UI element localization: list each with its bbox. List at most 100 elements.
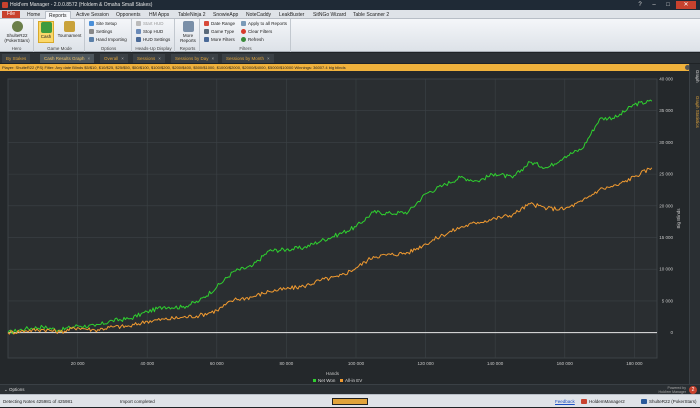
y-tick-label: 15 000 — [659, 235, 673, 240]
apply-all-button[interactable]: Apply to all Reports — [241, 20, 287, 27]
tab-table-scanner[interactable]: Table Scanner 2 — [350, 11, 392, 19]
window-title: Hold'em Manager - 2.0.0.8572 (Holdem & O… — [10, 2, 153, 8]
tab-sitngo-wizard[interactable]: SitNGo Wizard — [310, 11, 349, 19]
more-filters-label: More Filters — [211, 37, 235, 42]
tab-active-session[interactable]: Active Session — [73, 11, 112, 19]
globe-icon — [89, 21, 94, 26]
progress-fill — [333, 399, 367, 404]
date-range-button[interactable]: Date Range — [204, 20, 235, 27]
game-type-button[interactable]: Game Type — [204, 28, 234, 35]
hero-group: ShulteR22 (PokerStars) Hero — [0, 19, 34, 52]
tab-sessions-by-day[interactable]: Sessions by Day × — [171, 54, 219, 63]
reports-icon — [182, 21, 194, 32]
tab-by-stakes[interactable]: By Stakes — [2, 54, 31, 63]
x-axis-label: Hands — [326, 371, 340, 376]
clear-filters-label: Clear Filters — [248, 29, 273, 34]
site-setup-button[interactable]: Site Setup — [89, 20, 117, 27]
filters-group: Date Range Game Type More Filters Apply … — [201, 19, 291, 52]
close-icon[interactable]: × — [121, 56, 124, 61]
play-icon — [136, 21, 141, 26]
graph-stats-panel-tab[interactable]: Graph Statistics — [692, 96, 700, 128]
x-tick-label: 120 000 — [417, 361, 434, 366]
gear-icon — [89, 29, 94, 34]
y-tick-label: 25 000 — [659, 172, 673, 177]
tab-tableninja[interactable]: TableNinja 2 — [175, 11, 209, 19]
x-tick-label: 160 000 — [557, 361, 574, 366]
help-icon[interactable]: ? — [634, 1, 646, 9]
maximize-button[interactable]: □ — [662, 1, 674, 9]
import-progress — [332, 398, 368, 405]
tab-snowieapp[interactable]: SnowieApp — [210, 11, 241, 19]
hero-selector[interactable]: ShulteR22 (PokerStars) — [2, 21, 32, 43]
y-tick-label: 20 000 — [659, 203, 673, 208]
tab-hm-apps[interactable]: HM Apps — [146, 11, 172, 19]
y-axis-label: Big Blinds — [676, 208, 681, 229]
tab-notecaddy[interactable]: NoteCaddy — [243, 11, 274, 19]
logo-badge: 2 — [689, 386, 697, 394]
tab-label: Sessions by Day — [175, 56, 209, 61]
cards-icon — [204, 29, 209, 34]
close-icon[interactable]: × — [88, 56, 91, 61]
refresh-button[interactable]: Refresh — [241, 36, 264, 43]
status-bar: Detecting Notes 425981 of 425981 Import … — [0, 394, 700, 407]
more-reports-button[interactable]: More Reports — [177, 21, 199, 43]
game-mode-label: Game Mode — [47, 46, 72, 51]
task-pokerstars[interactable]: ShulteR22 (PokerStars) — [640, 397, 697, 406]
options-group: Site Setup Settings Hand Importing Optio… — [86, 19, 132, 52]
tab-label: Cash Results Graph — [44, 56, 85, 61]
graph-panel-tab[interactable]: Graph — [692, 70, 700, 83]
x-tick-label: 80 000 — [280, 361, 294, 366]
tab-sessions[interactable]: Sessions × — [133, 54, 165, 63]
tab-leakbuster[interactable]: LeakBuster — [276, 11, 307, 19]
task-hm2[interactable]: HoldemManager2 — [580, 397, 625, 406]
logo-text: Powered by Hold'em Manager — [658, 386, 686, 394]
y-tick-label: 0 — [670, 330, 673, 335]
tab-label: Sessions — [137, 56, 156, 61]
tab-overall[interactable]: Overall × — [100, 54, 128, 63]
legend-swatch — [313, 379, 316, 382]
tab-sessions-by-month[interactable]: Sessions by Month × — [222, 54, 274, 63]
more-reports-label: More Reports — [180, 33, 196, 43]
cash-button[interactable]: Cash — [38, 21, 54, 43]
hero-group-label: Hero — [11, 46, 22, 51]
minimize-button[interactable]: – — [648, 1, 660, 9]
clear-icon — [241, 29, 246, 34]
player-icon — [11, 21, 23, 32]
cash-label: Cash — [40, 34, 52, 39]
settings-button[interactable]: Settings — [89, 28, 112, 35]
tab-home[interactable]: Home — [24, 11, 43, 19]
close-icon[interactable]: × — [158, 56, 161, 61]
refresh-label: Refresh — [248, 37, 264, 42]
close-icon[interactable]: × — [212, 56, 215, 61]
x-tick-label: 140 000 — [487, 361, 504, 366]
plot-area — [7, 78, 658, 359]
options-toggle[interactable]: ⌄ Options — [4, 386, 25, 394]
more-filters-button[interactable]: More Filters — [204, 36, 235, 43]
task-hm2-label: HoldemManager2 — [589, 399, 625, 404]
tab-opponents[interactable]: Opponents — [113, 11, 143, 19]
hand-importing-button[interactable]: Hand Importing — [89, 36, 127, 43]
close-button[interactable]: ✕ — [676, 1, 696, 9]
hud-group: Start HUD Stop HUD HUD Settings Heads-Up… — [133, 19, 175, 52]
stop-hud-button[interactable]: Stop HUD — [136, 28, 163, 35]
file-menu[interactable]: File — [2, 11, 20, 18]
x-tick-label: 180 000 — [626, 361, 643, 366]
options-label: Options — [9, 387, 25, 392]
tab-cash-results-graph[interactable]: Cash Results Graph × — [40, 54, 95, 63]
clear-filters-button[interactable]: Clear Filters — [241, 28, 272, 35]
hud-settings-label: HUD Settings — [143, 37, 171, 42]
tab-reports[interactable]: Reports — [45, 11, 71, 19]
feedback-link[interactable]: Feedback — [555, 395, 575, 408]
start-hud-button[interactable]: Start HUD — [136, 20, 164, 27]
filter-icon — [204, 37, 209, 42]
game-mode-group: Cash Tournament Game Mode — [35, 19, 85, 52]
options-group-label: Options — [100, 46, 117, 51]
close-icon[interactable]: × — [267, 56, 270, 61]
side-panel: Graph Graph Statistics — [689, 64, 700, 384]
apply-icon — [241, 21, 246, 26]
site-setup-label: Site Setup — [96, 21, 117, 26]
tournament-button[interactable]: Tournament — [56, 21, 83, 38]
report-tabs: By Stakes Cash Results Graph × Overall × S… — [0, 53, 700, 63]
legend-label: Net Won — [318, 378, 336, 383]
hud-settings-button[interactable]: HUD Settings — [136, 36, 170, 43]
